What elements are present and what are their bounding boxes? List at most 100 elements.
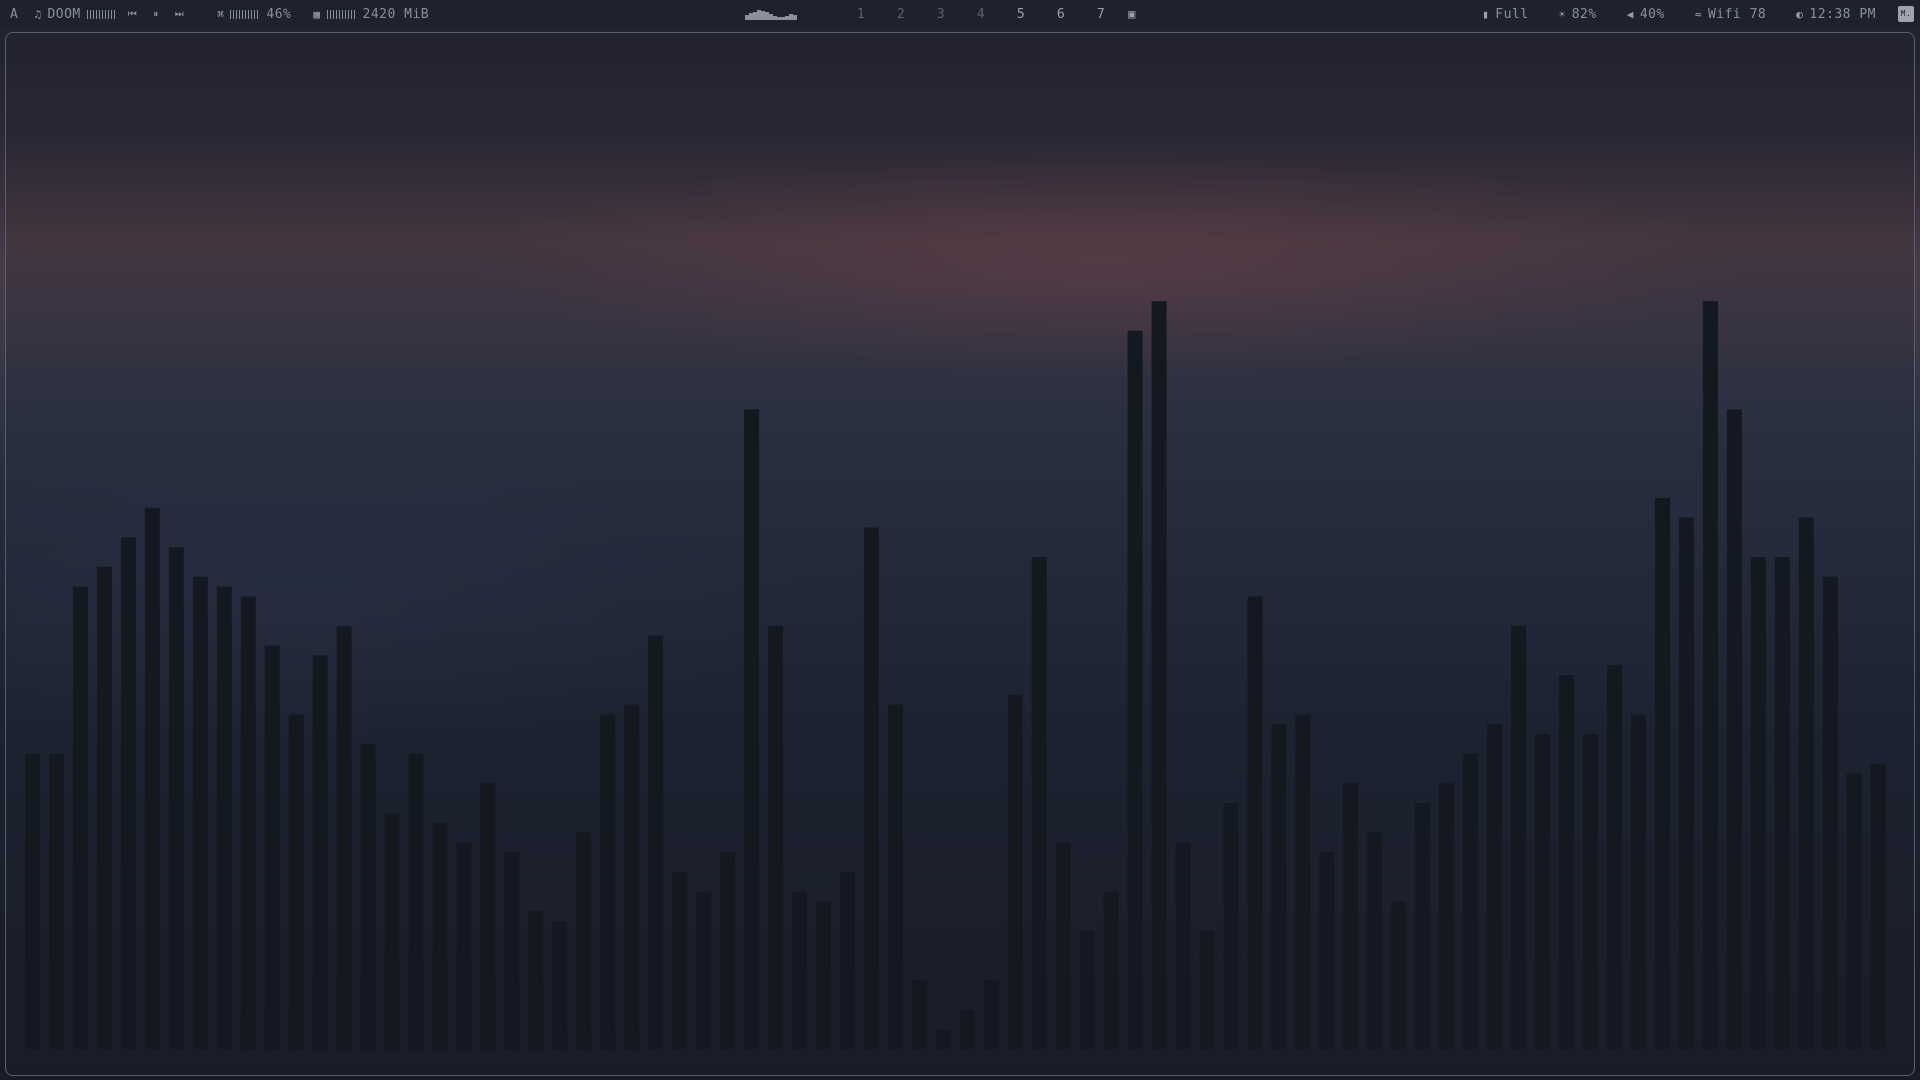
workspace-7[interactable]: 7 xyxy=(1081,7,1121,22)
brightness-icon: ☀ xyxy=(1558,7,1566,21)
visualizer-bar xyxy=(1535,734,1551,1049)
battery-value: Full xyxy=(1495,6,1529,22)
visualizer-window[interactable] xyxy=(5,32,1915,1076)
visualizer-bar xyxy=(504,852,520,1049)
music-note-icon: ♫ xyxy=(34,7,42,21)
visualizer-bar xyxy=(384,812,400,1049)
visualizer-bar xyxy=(1391,901,1407,1049)
clock-icon: ◐ xyxy=(1796,7,1804,21)
visualizer-bar xyxy=(792,891,807,1049)
workspace-4[interactable]: 4 xyxy=(961,7,1001,22)
visualizer-bar xyxy=(1774,557,1790,1049)
brightness-value: 82% xyxy=(1571,6,1597,22)
workspace-6[interactable]: 6 xyxy=(1041,7,1081,22)
battery-icon: ▮ xyxy=(1482,7,1490,21)
volume-widget[interactable]: ◀ 40% xyxy=(1627,7,1665,22)
visualizer-bar xyxy=(768,625,784,1049)
visualizer-bar xyxy=(1247,596,1263,1049)
visualizer-bar xyxy=(168,547,184,1049)
visualizer-bar xyxy=(863,527,879,1049)
workspace-2[interactable]: 2 xyxy=(881,7,921,22)
visualizer-bar xyxy=(1726,409,1742,1049)
pause-icon[interactable]: ⏸ xyxy=(153,9,159,20)
visualizer-bar xyxy=(1607,665,1622,1049)
visualizer-bar xyxy=(288,714,304,1049)
visualizer-bar xyxy=(192,576,208,1049)
visualizer-bar xyxy=(911,980,927,1049)
visualizer-bar xyxy=(1798,517,1814,1049)
visualizer-bar xyxy=(1846,773,1862,1049)
visualizer-bar xyxy=(1199,930,1215,1049)
bar-left-section: A ♫ DOOM ⏮ ⏸ ⏭ ⌘ 46% ▦ 2420 MiB xyxy=(10,0,451,28)
bar-right-section: ▮ Full ☀ 82% ◀ 40% ≈ Wifi 78 ◐ 12:38 PM … xyxy=(1452,0,1920,28)
visualizer-bar xyxy=(816,901,831,1049)
mini-visualizer-bar xyxy=(793,15,797,20)
visualizer-bar xyxy=(935,1029,951,1049)
visualizer-bar xyxy=(432,822,448,1049)
visualizer-bar xyxy=(1031,557,1047,1049)
visualizer-bar xyxy=(1702,301,1718,1049)
visualizer-bar xyxy=(1151,301,1167,1049)
visualizer-bar xyxy=(696,891,712,1049)
visualizer-bar xyxy=(1415,803,1431,1049)
music-widget[interactable]: ♫ DOOM ⏮ ⏸ ⏭ xyxy=(34,7,189,22)
mini-visualizer xyxy=(745,8,797,20)
visualizer-bar xyxy=(312,655,328,1049)
visualizer-bar xyxy=(72,586,88,1049)
visualizer-bar xyxy=(264,645,280,1049)
launcher-button[interactable]: A xyxy=(10,7,18,22)
cpu-icon: ⌘ xyxy=(217,7,225,21)
corner-indicator[interactable]: M. xyxy=(1898,6,1914,22)
visualizer-bar xyxy=(720,852,736,1049)
monocle-layout-icon[interactable]: ▣ xyxy=(1121,7,1143,21)
audio-visualizer xyxy=(25,301,1886,1049)
wifi-widget[interactable]: ≈ Wifi 78 xyxy=(1695,7,1766,22)
wifi-icon: ≈ xyxy=(1694,7,1702,21)
visualizer-bar xyxy=(1103,891,1119,1049)
visualizer-bar xyxy=(25,753,40,1049)
visualizer-bar xyxy=(1559,675,1575,1049)
memory-icon: ▦ xyxy=(313,7,321,21)
visualizer-bar xyxy=(1750,557,1766,1049)
visualizer-bar xyxy=(120,537,136,1049)
visualizer-bar xyxy=(1343,783,1359,1049)
visualizer-bar xyxy=(672,871,688,1049)
visualizer-bar xyxy=(887,704,903,1049)
visualizer-bar xyxy=(552,921,568,1049)
visualizer-bar xyxy=(1175,842,1191,1049)
visualizer-bar xyxy=(408,753,424,1049)
workspace-5[interactable]: 5 xyxy=(1001,7,1041,22)
memory-value: 2420 MiB xyxy=(362,6,430,22)
visualizer-bar xyxy=(49,753,64,1049)
visualizer-bar xyxy=(1319,852,1335,1049)
next-track-icon[interactable]: ⏭ xyxy=(175,9,185,20)
battery-widget: ▮ Full xyxy=(1482,7,1528,22)
visualizer-bar xyxy=(840,871,855,1049)
brightness-widget[interactable]: ☀ 82% xyxy=(1559,7,1597,22)
visualizer-bar xyxy=(1631,714,1646,1049)
visualizer-bar xyxy=(336,625,352,1049)
visualizer-bar xyxy=(1463,753,1479,1049)
visualizer-bar xyxy=(959,1009,975,1049)
cpu-widget: ⌘ 46% xyxy=(217,7,291,22)
clock-widget[interactable]: ◐ 12:38 PM xyxy=(1796,7,1876,22)
previous-track-icon[interactable]: ⏮ xyxy=(128,9,138,20)
visualizer-bar xyxy=(576,832,592,1049)
workspace-3[interactable]: 3 xyxy=(921,7,961,22)
workspace-1[interactable]: 1 xyxy=(841,7,881,22)
visualizer-bar xyxy=(600,714,616,1049)
clock-value: 12:38 PM xyxy=(1809,6,1876,22)
visualizer-bar xyxy=(1439,783,1455,1049)
visualizer-bar xyxy=(480,783,496,1049)
visualizer-bar xyxy=(456,842,472,1049)
visualizer-bar xyxy=(1127,330,1143,1049)
visualizer-bar xyxy=(1271,724,1287,1049)
visualizer-bar xyxy=(1487,724,1503,1049)
visualizer-bar xyxy=(1079,930,1095,1049)
memory-meter xyxy=(326,9,357,19)
visualizer-bar xyxy=(1583,734,1598,1049)
cpu-meter xyxy=(230,9,261,19)
visualizer-bar xyxy=(624,704,640,1049)
bar-center-section: 1234567 ▣ xyxy=(745,0,1143,28)
cpu-value: 46% xyxy=(266,6,292,22)
